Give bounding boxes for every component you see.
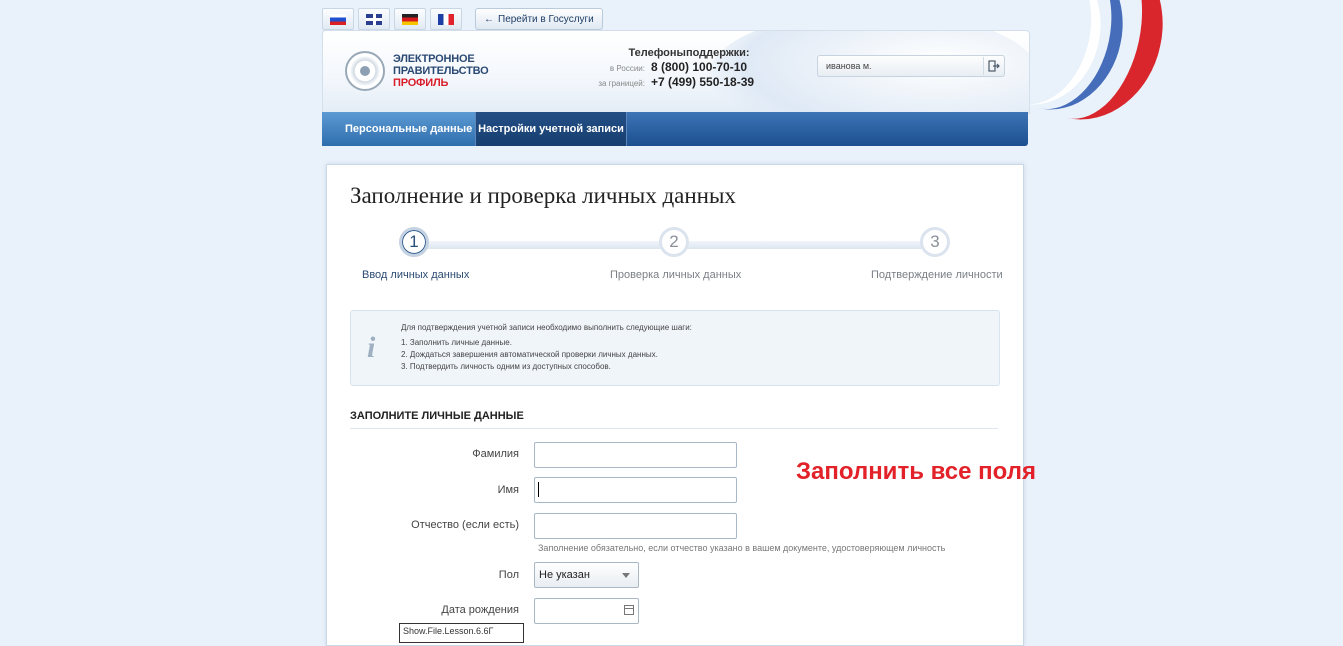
chevron-down-icon — [622, 573, 630, 578]
info-intro: Для подтверждения учетной записи необход… — [401, 323, 692, 332]
step-3-circle: 3 — [920, 227, 950, 257]
phone-ru-label: в России: — [609, 64, 645, 73]
goto-gosuslugi-button[interactable]: ← Перейти в Госуслуги — [475, 8, 603, 30]
info-text: Для подтверждения учетной записи необход… — [401, 322, 692, 373]
tooltip: Show.File.Lesson.6.6Г — [399, 623, 524, 643]
language-bar — [322, 8, 462, 30]
gender-label: Пол — [498, 569, 519, 581]
annotation-text: Заполнить все поля — [796, 458, 1036, 485]
info-item: 2. Дождаться завершения автоматической п… — [401, 350, 658, 359]
russia-flag-icon[interactable] — [322, 8, 354, 30]
patronymic-field[interactable] — [534, 513, 737, 539]
info-item: 1. Заполнить личные данные. — [401, 338, 512, 347]
goto-gosuslugi-label: Перейти в Госуслуги — [498, 13, 594, 25]
surname-label: Фамилия — [472, 448, 519, 460]
step-2-circle: 2 — [659, 227, 689, 257]
arrow-left-icon: ← — [484, 13, 494, 25]
birthdate-label: Дата рождения — [441, 604, 519, 616]
france-flag-icon[interactable] — [430, 8, 462, 30]
logo-emblem-icon — [345, 51, 385, 91]
logo-line-1: ЭЛЕКТРОННОЕ — [393, 53, 475, 65]
logo[interactable]: ЭЛЕКТРОННОЕ ПРАВИТЕЛЬСТВО ПРОФИЛЬ — [345, 51, 489, 91]
content-panel: Заполнение и проверка личных данных 1 2 … — [326, 164, 1024, 646]
phone-abroad-label: за границей: — [598, 79, 645, 88]
name-field[interactable] — [534, 477, 737, 503]
step-3-label: Подтверждение личности — [871, 269, 1003, 281]
patronymic-label: Отчество (если есть) — [411, 519, 519, 531]
page-title: Заполнение и проверка личных данных — [350, 183, 736, 208]
name-label: Имя — [497, 484, 519, 496]
info-box: i Для подтверждения учетной записи необх… — [350, 310, 1000, 386]
phone-abroad: +7 (499) 550-18-39 — [651, 75, 755, 89]
support-title: Телефоныподдержки: — [628, 47, 750, 59]
info-item: 3. Подтвердить личность одним из доступн… — [401, 362, 611, 371]
progress-steps: 1 2 3 Ввод личных данных Проверка личных… — [327, 227, 1023, 287]
user-name[interactable]: иванова м. — [818, 61, 983, 71]
patronymic-hint: Заполнение обязательно, если отчество ук… — [538, 543, 946, 553]
site-header: ЭЛЕКТРОННОЕ ПРАВИТЕЛЬСТВО ПРОФИЛЬ Телефо… — [322, 30, 1030, 114]
calendar-icon[interactable] — [624, 605, 634, 615]
tab-account-settings[interactable]: Настройки учетной записи — [475, 112, 627, 146]
user-menu[interactable]: иванова м. — [817, 55, 1005, 77]
support-phones: Телефоныподдержки: в России: 8 (800) 100… — [589, 47, 769, 89]
logout-icon[interactable] — [983, 57, 1004, 75]
birthdate-field[interactable] — [534, 598, 639, 624]
logo-line-3: ПРОФИЛЬ — [393, 77, 449, 89]
surname-field[interactable] — [534, 442, 737, 468]
germany-flag-icon[interactable] — [394, 8, 426, 30]
uk-flag-icon[interactable] — [358, 8, 390, 30]
gender-select[interactable]: Не указан — [534, 562, 639, 588]
step-1-circle: 1 — [399, 227, 429, 257]
gender-value: Не указан — [539, 569, 590, 581]
info-icon: i — [367, 331, 376, 364]
tab-personal-data[interactable]: Персональные данные — [322, 112, 475, 146]
logo-line-2: ПРАВИТЕЛЬСТВО — [393, 65, 489, 77]
step-1-label: Ввод личных данных — [362, 269, 470, 281]
phone-ru: 8 (800) 100-70-10 — [651, 60, 748, 74]
info-list: 1. Заполнить личные данные. 2. Дождаться… — [401, 337, 692, 373]
main-nav: Персональные данные Настройки учетной за… — [322, 112, 1028, 146]
section-title: ЗАПОЛНИТЕ ЛИЧНЫЕ ДАННЫЕ — [350, 410, 998, 429]
step-2-label: Проверка личных данных — [610, 269, 742, 281]
logo-text: ЭЛЕКТРОННОЕ ПРАВИТЕЛЬСТВО ПРОФИЛЬ — [393, 53, 489, 89]
